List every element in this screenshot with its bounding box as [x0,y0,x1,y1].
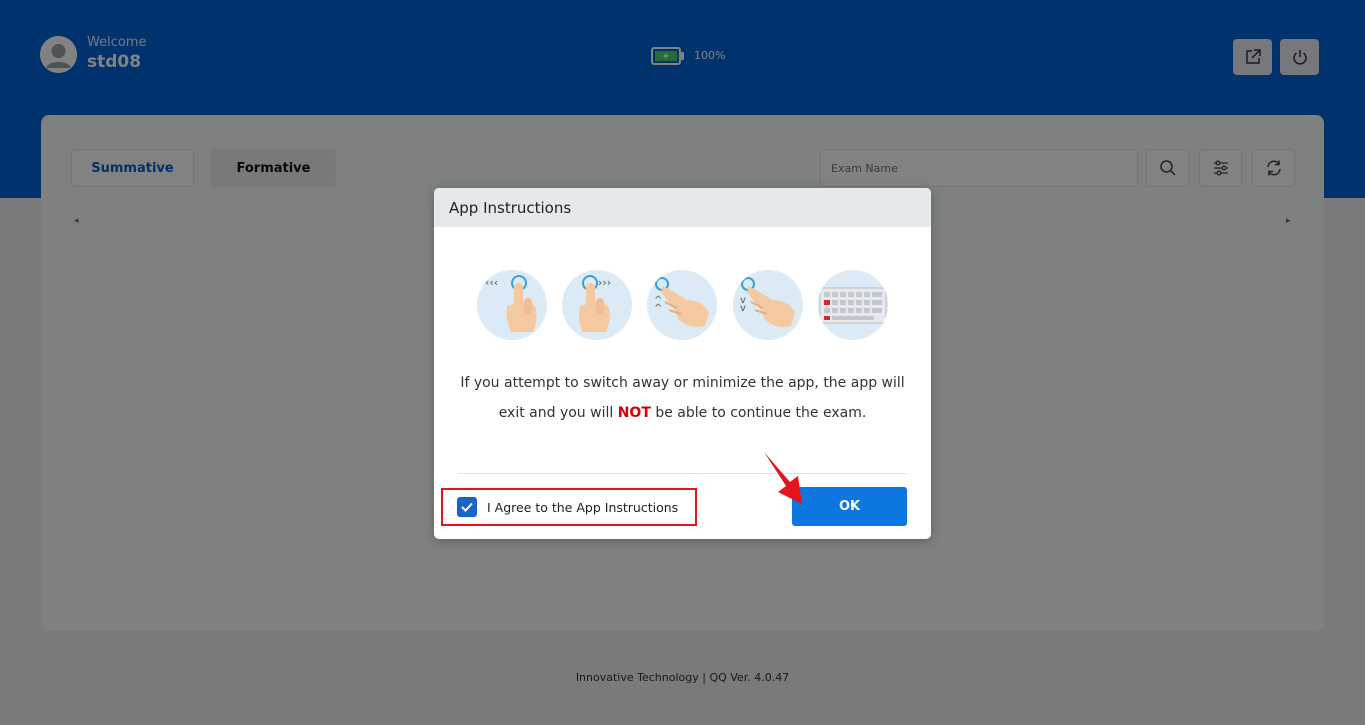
svg-text:‹‹‹: ‹‹‹ [485,276,498,289]
dialog-title: App Instructions [434,188,931,227]
swipe-up-icon: ^ ^ [647,270,717,340]
keyboard-icon [818,270,888,340]
agree-checkbox-row[interactable]: I Agree to the App Instructions [441,488,697,526]
svg-text:v: v [740,303,746,314]
svg-text:^: ^ [654,303,662,314]
swipe-right-icon: ››› [562,270,632,340]
gesture-icons: ‹‹‹ ››› ^ ^ v v [477,270,889,342]
pointer-arrow-icon [764,452,802,504]
swipe-left-icon: ‹‹‹ [477,270,547,340]
svg-text:›››: ››› [598,276,611,289]
checkmark-icon [461,502,473,512]
message-line-2: exit and you will NOT be able to continu… [498,405,867,421]
divider [458,473,907,474]
not-emphasis: NOT [617,405,651,421]
agree-label: I Agree to the App Instructions [487,499,679,515]
instruction-message: If you attempt to switch away or minimiz… [434,368,931,428]
agree-checkbox[interactable] [457,497,477,517]
ok-button[interactable]: OK [792,487,907,526]
swipe-down-icon: v v [733,270,803,340]
app-instructions-dialog: App Instructions ‹‹‹ ››› ^ ^ v v If you … [434,188,931,539]
message-line-1: If you attempt to switch away or minimiz… [460,375,905,391]
